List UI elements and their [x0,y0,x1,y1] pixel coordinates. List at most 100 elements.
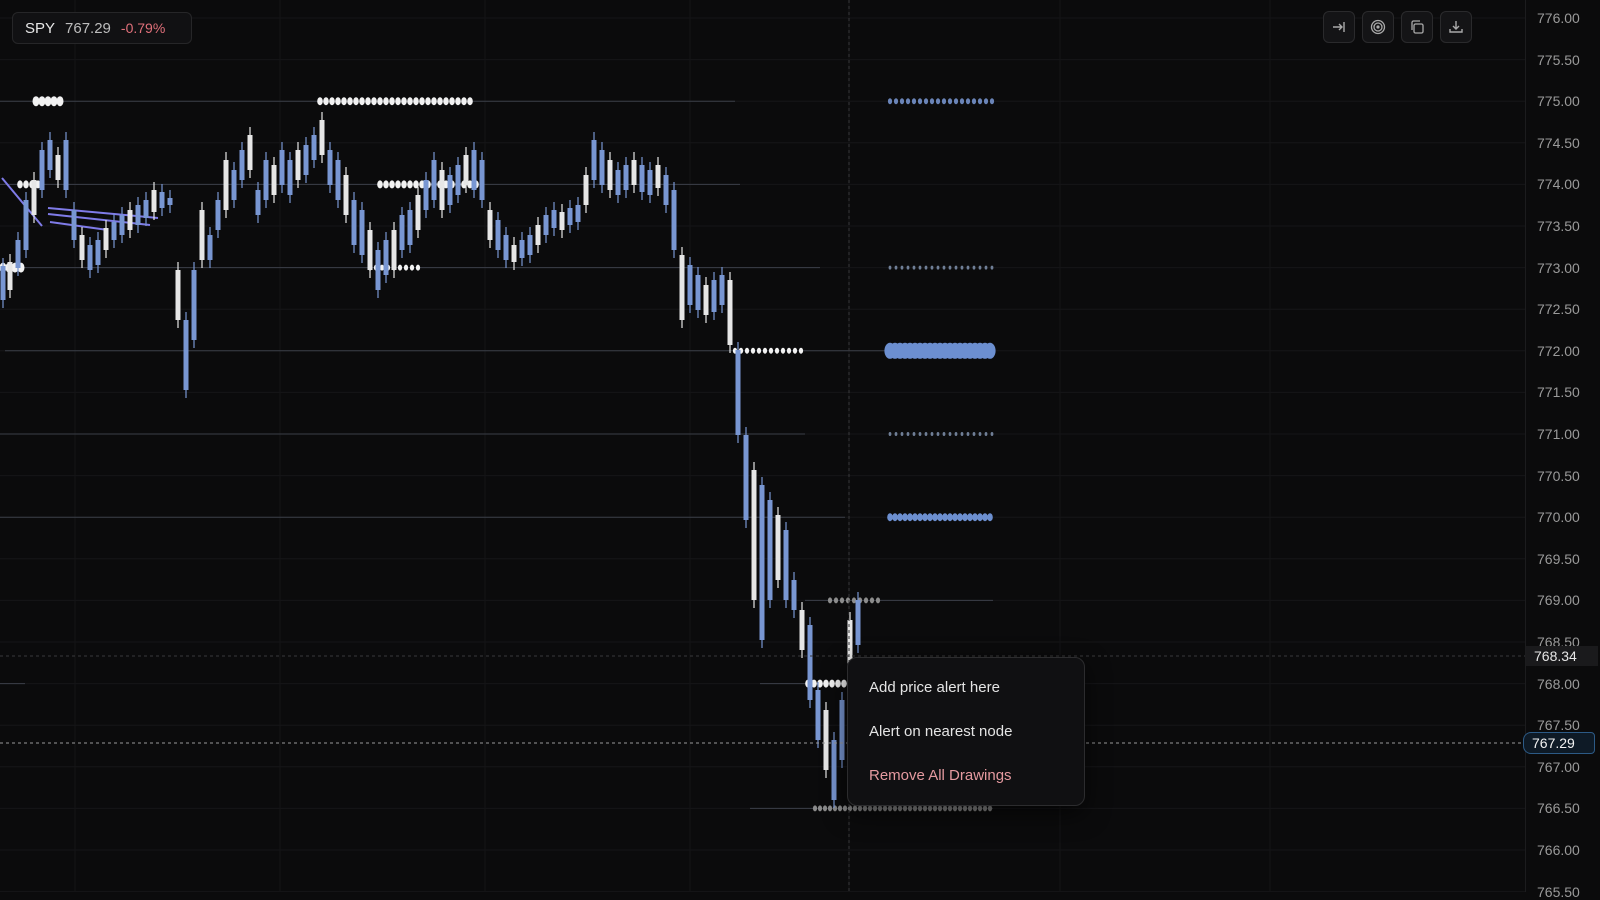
volume-node [827,597,833,604]
candle-body [231,170,237,200]
volume-node [954,432,958,436]
volume-node [917,805,923,812]
candle-body [567,208,573,225]
volume-node [900,432,904,436]
candle-body [455,165,461,195]
volume-node-highlight [455,97,461,106]
candle-body [159,192,165,208]
volume-node [888,265,892,270]
volume-node-highlight [56,96,64,107]
volume-node [827,805,833,812]
candle-body [239,150,245,180]
volume-node [888,432,892,436]
volume-node [918,265,922,270]
volume-node [978,432,982,436]
volume-node [924,432,928,436]
candle-body [223,160,229,210]
volume-node [942,432,946,436]
candle-body [535,225,541,245]
volume-node-highlight [359,97,365,106]
volume-node [990,432,994,436]
copy-button[interactable] [1401,11,1433,43]
volume-node [936,265,940,270]
volume-node [942,265,946,270]
volume-node [817,805,823,812]
candle-body [743,435,749,520]
alert-nearest-node-menu-item[interactable]: Alert on nearest node [854,710,1078,754]
volume-node-highlight [419,97,425,106]
volume-node [948,265,952,270]
volume-node [875,597,881,604]
candle-body [519,240,525,258]
volume-node [887,98,893,105]
volume-node [812,805,818,812]
volume-node [851,597,857,604]
add-price-alert-menu-item[interactable]: Add price alert here [854,666,1078,710]
volume-node-highlight [377,180,383,189]
volume-node-highlight [829,679,835,688]
candle-body [503,235,509,260]
candle-body [167,198,173,205]
candle-body [391,230,397,270]
volume-node [967,805,973,812]
volume-node-highlight [353,97,359,106]
candle-body [839,700,845,760]
volume-node-highlight [437,97,443,106]
volume-node-highlight [44,96,52,107]
volume-node [987,805,993,812]
volume-node-highlight [415,264,421,271]
volume-node-highlight [323,97,329,106]
candle-body [351,200,357,245]
candle-body [855,600,861,645]
candle-body [295,150,301,180]
candle-body [679,255,685,320]
candle-body [607,160,613,190]
volume-node-highlight [383,97,389,106]
volume-node [822,805,828,812]
volume-node-highlight [449,97,455,106]
price-tick-label: 773.00 [1537,259,1580,276]
volume-node [907,805,913,812]
candle-body [63,140,69,190]
candle-body [215,200,221,230]
candle-body [479,160,485,200]
price-axis[interactable]: 776.00 775.50 775.00 774.50 774.00 773.50 773.… [1523,0,1600,900]
candle-body [127,210,133,230]
candle-body [687,265,693,305]
candle-body [423,180,429,210]
last-price-label: 767.29 [1523,732,1595,754]
candle-body [135,205,141,225]
price-chart[interactable] [0,0,1600,892]
ticker-badge: SPY 767.29 -0.79% [12,12,192,44]
volume-node [936,432,940,436]
volume-node [962,805,968,812]
candle-body [119,215,125,235]
download-button[interactable] [1440,11,1472,43]
remove-all-drawings-menu-item[interactable]: Remove All Drawings [854,754,1078,798]
target-button[interactable] [1362,11,1394,43]
jump-to-latest-button[interactable] [1323,11,1355,43]
candle-body [623,165,629,190]
volume-node [942,513,948,522]
volume-node [907,513,913,522]
candlesticks [0,112,861,808]
price-tick-label: 770.50 [1537,467,1580,484]
candle-body [343,175,349,215]
candle-body [543,215,549,235]
volume-node [962,513,968,522]
volume-node-highlight [443,97,449,106]
volume-node [857,805,863,812]
volume-node [906,265,910,270]
candle-body [87,245,93,270]
price-tick-label: 771.00 [1537,426,1580,442]
candle-body [15,240,21,268]
candle-body [599,150,605,185]
volume-node [922,513,928,522]
volume-node [911,98,917,105]
candle-body [807,625,813,700]
volume-node [852,805,858,812]
candle-body [591,140,597,180]
candle-body [759,485,765,640]
jump-to-latest-icon [1333,22,1345,32]
volume-node-highlight [335,97,341,106]
